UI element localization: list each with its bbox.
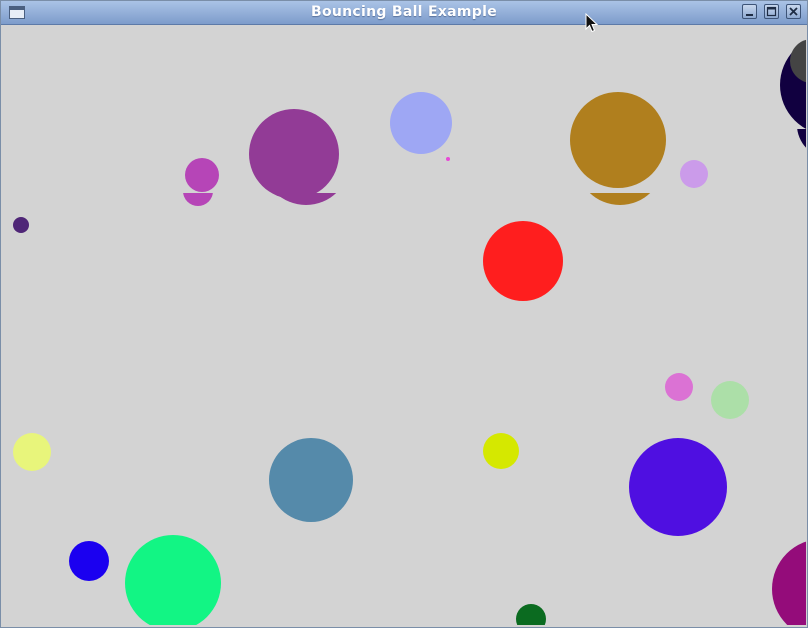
ball	[69, 541, 109, 581]
application-window: Bouncing Ball Example	[0, 0, 808, 628]
ball-shape	[390, 92, 452, 154]
ball-shape	[516, 604, 546, 625]
minimize-button[interactable]	[742, 4, 757, 19]
ball	[249, 109, 339, 205]
ball	[269, 438, 353, 522]
bouncing-ball-canvas[interactable]	[4, 25, 806, 625]
minimize-icon	[746, 14, 753, 16]
ball-shape	[483, 433, 519, 469]
ball	[483, 221, 563, 301]
ball	[711, 381, 749, 419]
ball-shape	[629, 438, 727, 536]
title-bar[interactable]: Bouncing Ball Example	[1, 1, 807, 25]
ball-shape	[483, 221, 563, 301]
ball-shape	[13, 217, 29, 233]
close-button[interactable]	[786, 4, 801, 19]
ball-shape	[185, 158, 219, 192]
ball	[183, 158, 219, 206]
ball-shape	[711, 381, 749, 419]
ball-shape	[69, 541, 109, 581]
ball-scene	[13, 39, 806, 625]
ball-shape	[665, 373, 693, 401]
ball-shape	[269, 438, 353, 522]
ball-shape	[446, 157, 450, 161]
ball	[772, 541, 806, 625]
window-title: Bouncing Ball Example	[310, 4, 498, 20]
ball-shape	[125, 535, 221, 625]
maximize-icon	[766, 6, 777, 17]
maximize-button[interactable]	[764, 4, 779, 19]
ball	[483, 433, 519, 469]
ball	[446, 157, 450, 161]
ball	[13, 433, 51, 471]
mouse-pointer-icon	[585, 12, 599, 37]
ball	[665, 373, 693, 401]
ball	[570, 92, 666, 205]
ball	[125, 535, 221, 625]
ball	[390, 92, 452, 154]
close-icon	[789, 7, 798, 16]
ball	[516, 604, 546, 625]
ball-shape	[13, 433, 51, 471]
ball	[629, 438, 727, 536]
ball	[13, 217, 29, 233]
ball	[680, 160, 708, 188]
ball-shape	[249, 109, 339, 199]
ball-shape	[570, 92, 666, 188]
ball-shape	[772, 541, 806, 625]
ball-shape	[680, 160, 708, 188]
